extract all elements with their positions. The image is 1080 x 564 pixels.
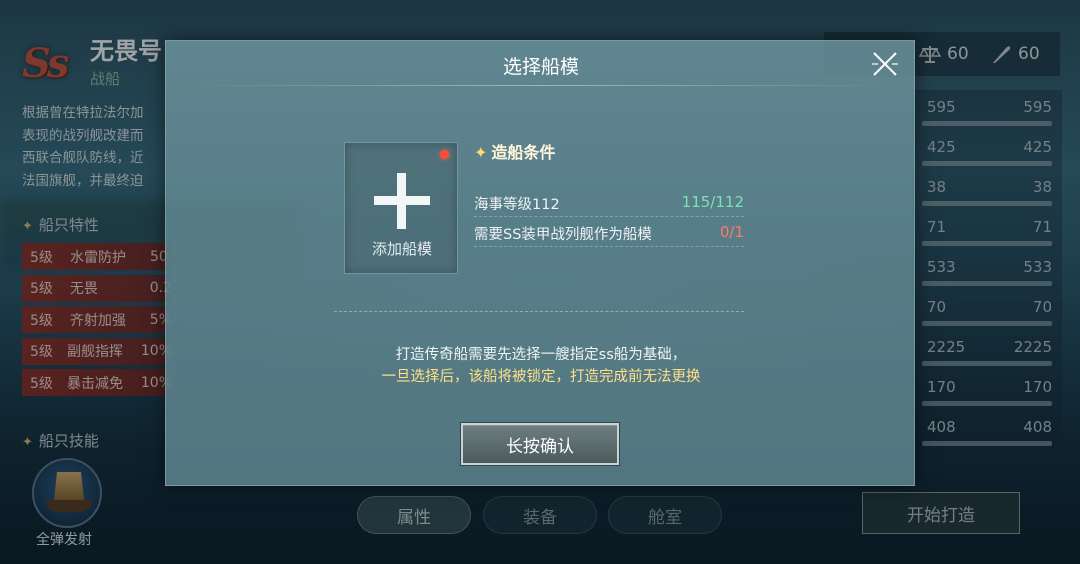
section-divider <box>334 311 744 312</box>
conditions-title: ✦ 造船条件 <box>474 139 555 163</box>
star-icon: ✦ <box>474 143 488 162</box>
condition-row: 海事等级112 115/112 <box>474 189 744 217</box>
instruction-text: 打造传奇船需要先选择一艘指定ss船为基础， <box>395 347 687 363</box>
condition-label: 海事等级112 <box>474 197 560 213</box>
add-model-label: 添加船模 <box>371 240 432 258</box>
long-press-confirm-button[interactable]: 长按确认 <box>461 423 619 465</box>
add-model-slot[interactable]: 添加船模 <box>344 142 458 274</box>
select-model-dialog: 选择船模 添加船模 ✦ 造船条件 海事等级112 115/112 需要SS装甲战列… <box>165 40 915 486</box>
condition-value: 115/112 <box>681 193 744 211</box>
condition-row: 需要SS装甲战列舰作为船模 0/1 <box>474 219 744 247</box>
notification-dot <box>440 150 449 159</box>
condition-label: 需要SS装甲战列舰作为船模 <box>474 227 652 243</box>
close-button[interactable] <box>870 49 900 79</box>
warning-text: 一旦选择后，该船将被锁定，打造完成前无法更换 <box>381 369 701 385</box>
conditions-title-text: 造船条件 <box>491 143 556 162</box>
condition-value: 0/1 <box>719 223 744 241</box>
title-divider <box>186 85 896 86</box>
close-icon <box>872 52 898 76</box>
plus-icon <box>374 173 430 229</box>
